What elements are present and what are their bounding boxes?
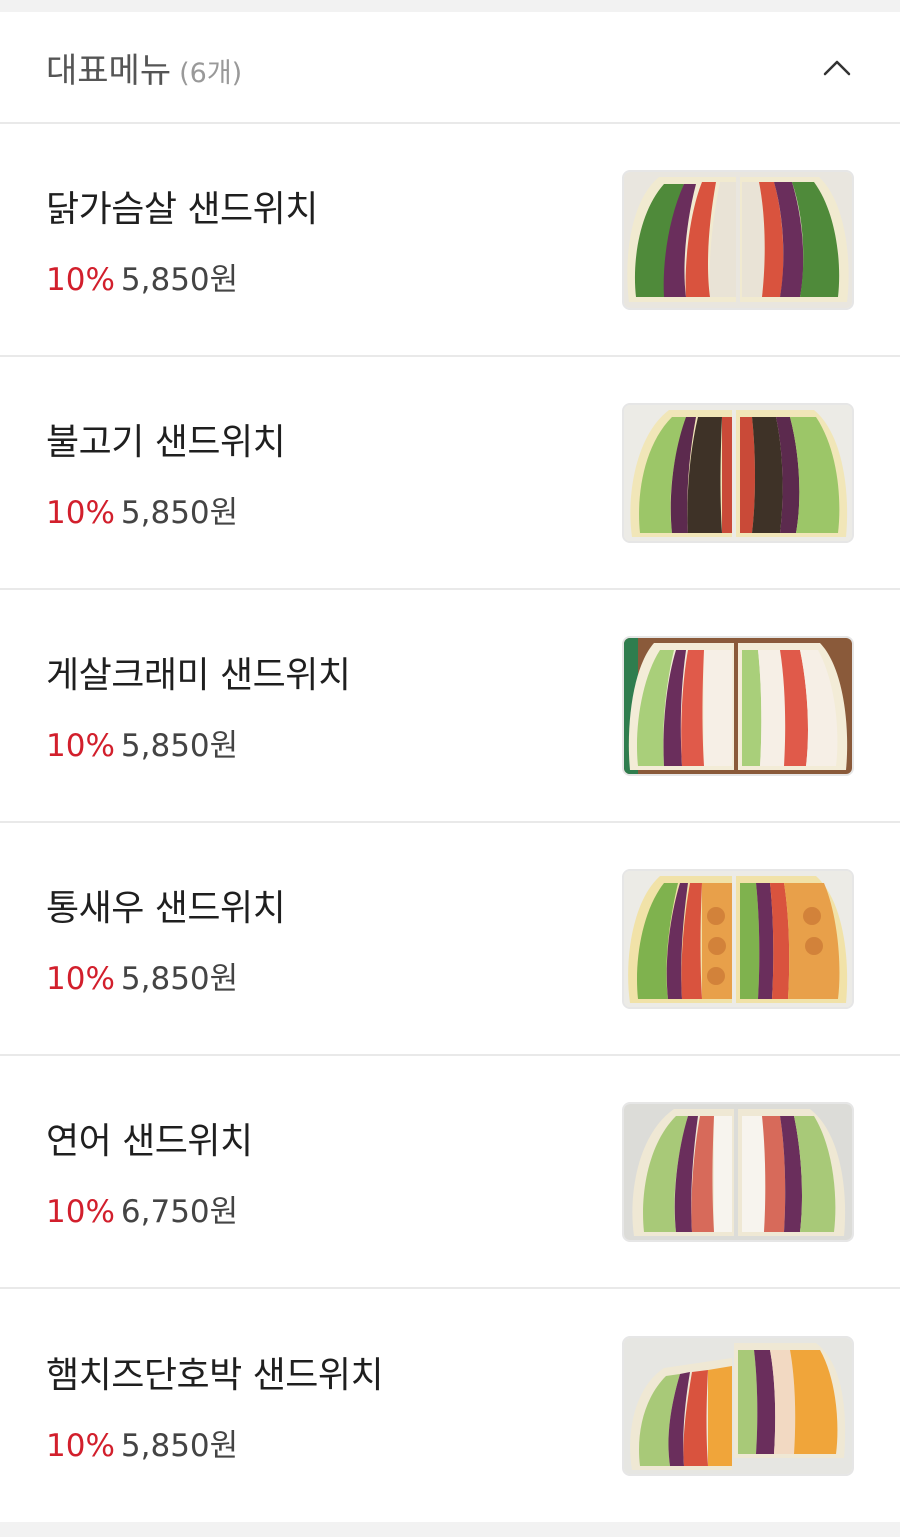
menu-item-price: 5,850원 bbox=[120, 495, 239, 531]
menu-item-name: 불고기 샌드위치 bbox=[46, 422, 286, 463]
menu-item-price: 5,850원 bbox=[120, 961, 239, 997]
menu-item-price: 6,750원 bbox=[120, 1194, 239, 1230]
section-count: (6개) bbox=[179, 57, 243, 89]
menu-item-text: 불고기 샌드위치 10% 5,850원 bbox=[46, 413, 286, 532]
menu-item-text: 통새우 샌드위치 10% 5,850원 bbox=[46, 879, 286, 998]
menu-item[interactable]: 게살크래미 샌드위치 10% 5,850원 bbox=[0, 590, 900, 823]
menu-item-name: 햄치즈단호박 샌드위치 bbox=[46, 1355, 384, 1396]
menu-item-price-row: 10% 5,850원 bbox=[46, 487, 285, 532]
menu-item-name: 게살크래미 샌드위치 bbox=[46, 655, 351, 696]
salmon-sandwich-image[interactable] bbox=[622, 1101, 854, 1242]
section-title-group: 대표메뉴 (6개) bbox=[46, 43, 242, 92]
whole-shrimp-sandwich-image[interactable] bbox=[622, 868, 854, 1009]
menu-item-text: 닭가슴살 샌드위치 10% 5,850원 bbox=[46, 180, 318, 299]
crab-stick-sandwich-image[interactable] bbox=[622, 635, 854, 776]
menu-item-price-row: 10% 5,850원 bbox=[46, 254, 318, 299]
menu-item-text: 햄치즈단호박 샌드위치 10% 5,850원 bbox=[46, 1346, 384, 1465]
menu-item[interactable]: 불고기 샌드위치 10% 5,850원 bbox=[0, 357, 900, 590]
menu-item-price-row: 10% 6,750원 bbox=[46, 1186, 253, 1231]
menu-item-price: 5,850원 bbox=[120, 262, 239, 298]
menu-item[interactable]: 닭가슴살 샌드위치 10% 5,850원 bbox=[0, 124, 900, 357]
discount-rate: 10% bbox=[46, 262, 115, 298]
discount-rate: 10% bbox=[46, 495, 115, 531]
menu-item-name: 닭가슴살 샌드위치 bbox=[46, 189, 318, 230]
chevron-up-icon[interactable] bbox=[822, 52, 852, 82]
section-title: 대표메뉴 bbox=[46, 50, 172, 91]
discount-rate: 10% bbox=[46, 1194, 115, 1230]
menu-item-name: 연어 샌드위치 bbox=[46, 1121, 253, 1162]
representative-menu-panel: 대표메뉴 (6개) 닭가슴살 샌드위치 10% 5,850원 불고기 샌드위치 … bbox=[0, 12, 900, 1522]
menu-item-price: 5,850원 bbox=[120, 728, 239, 764]
menu-item-price: 5,850원 bbox=[120, 1428, 239, 1464]
top-spacer bbox=[0, 0, 900, 12]
menu-item[interactable]: 햄치즈단호박 샌드위치 10% 5,850원 bbox=[0, 1289, 900, 1522]
menu-item-price-row: 10% 5,850원 bbox=[46, 953, 285, 998]
menu-item-text: 연어 샌드위치 10% 6,750원 bbox=[46, 1112, 253, 1231]
menu-item[interactable]: 연어 샌드위치 10% 6,750원 bbox=[0, 1056, 900, 1289]
bulgogi-sandwich-image[interactable] bbox=[622, 402, 854, 543]
menu-item[interactable]: 통새우 샌드위치 10% 5,850원 bbox=[0, 823, 900, 1056]
discount-rate: 10% bbox=[46, 728, 115, 764]
ham-cheese-pumpkin-sandwich-image[interactable] bbox=[622, 1335, 854, 1476]
discount-rate: 10% bbox=[46, 961, 115, 997]
menu-item-price-row: 10% 5,850원 bbox=[46, 1420, 383, 1465]
chicken-breast-sandwich-image[interactable] bbox=[622, 169, 854, 310]
bottom-spacer bbox=[0, 1522, 900, 1532]
menu-item-price-row: 10% 5,850원 bbox=[46, 720, 351, 765]
discount-rate: 10% bbox=[46, 1428, 115, 1464]
menu-item-text: 게살크래미 샌드위치 10% 5,850원 bbox=[46, 646, 351, 765]
section-header[interactable]: 대표메뉴 (6개) bbox=[0, 12, 900, 124]
menu-item-name: 통새우 샌드위치 bbox=[46, 888, 286, 929]
